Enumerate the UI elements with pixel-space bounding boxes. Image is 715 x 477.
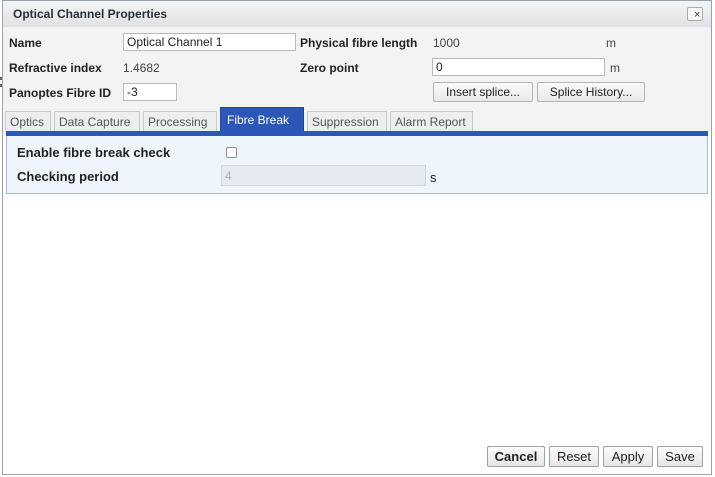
zero-point-unit: m bbox=[610, 61, 620, 75]
optical-channel-properties-dialog: Optical Channel Properties × Name Physic… bbox=[2, 0, 712, 475]
fibre-break-panel: Enable fibre break check Checking period… bbox=[6, 136, 708, 194]
insert-splice-button[interactable]: Insert splice... bbox=[433, 82, 533, 102]
tab-optics[interactable]: Optics bbox=[5, 111, 51, 131]
tab-data-capture[interactable]: Data Capture bbox=[54, 111, 140, 131]
enable-fibre-break-label: Enable fibre break check bbox=[17, 145, 171, 160]
edge-marker bbox=[0, 84, 2, 87]
physical-fibre-length-unit: m bbox=[606, 36, 616, 50]
zero-point-input[interactable] bbox=[432, 58, 605, 76]
close-icon: × bbox=[694, 9, 701, 21]
tab-suppression[interactable]: Suppression bbox=[307, 111, 387, 131]
cancel-button[interactable]: Cancel bbox=[487, 446, 545, 467]
close-button[interactable]: × bbox=[687, 7, 703, 21]
checking-period-unit: s bbox=[430, 170, 437, 185]
dialog-titlebar[interactable]: Optical Channel Properties × bbox=[3, 1, 711, 28]
name-input[interactable] bbox=[123, 33, 296, 51]
checking-period-input[interactable] bbox=[221, 165, 426, 186]
tab-alarm-report[interactable]: Alarm Report bbox=[390, 111, 473, 131]
save-button[interactable]: Save bbox=[657, 446, 703, 467]
panoptes-fibre-id-input[interactable] bbox=[123, 83, 177, 101]
zero-point-label: Zero point bbox=[300, 61, 359, 75]
checking-period-label: Checking period bbox=[17, 169, 119, 184]
splice-history-button[interactable]: Splice History... bbox=[537, 82, 645, 102]
reset-button[interactable]: Reset bbox=[549, 446, 599, 467]
dialog-title: Optical Channel Properties bbox=[13, 7, 168, 21]
refractive-index-label: Refractive index bbox=[9, 61, 102, 75]
physical-fibre-length-value: 1000 bbox=[433, 36, 460, 50]
channel-properties-section: Name Physical fibre length 1000 m Refrac… bbox=[3, 27, 711, 107]
enable-fibre-break-checkbox[interactable] bbox=[226, 147, 237, 158]
panoptes-fibre-id-label: Panoptes Fibre ID bbox=[9, 86, 112, 100]
tab-bar: Optics Data Capture Processing Fibre Bre… bbox=[3, 107, 711, 131]
name-label: Name bbox=[9, 36, 42, 50]
refractive-index-value: 1.4682 bbox=[123, 61, 160, 75]
apply-button[interactable]: Apply bbox=[603, 446, 653, 467]
physical-fibre-length-label: Physical fibre length bbox=[300, 36, 418, 50]
edge-marker bbox=[0, 77, 2, 80]
tab-processing[interactable]: Processing bbox=[143, 111, 217, 131]
tab-fibre-break[interactable]: Fibre Break bbox=[220, 107, 304, 131]
